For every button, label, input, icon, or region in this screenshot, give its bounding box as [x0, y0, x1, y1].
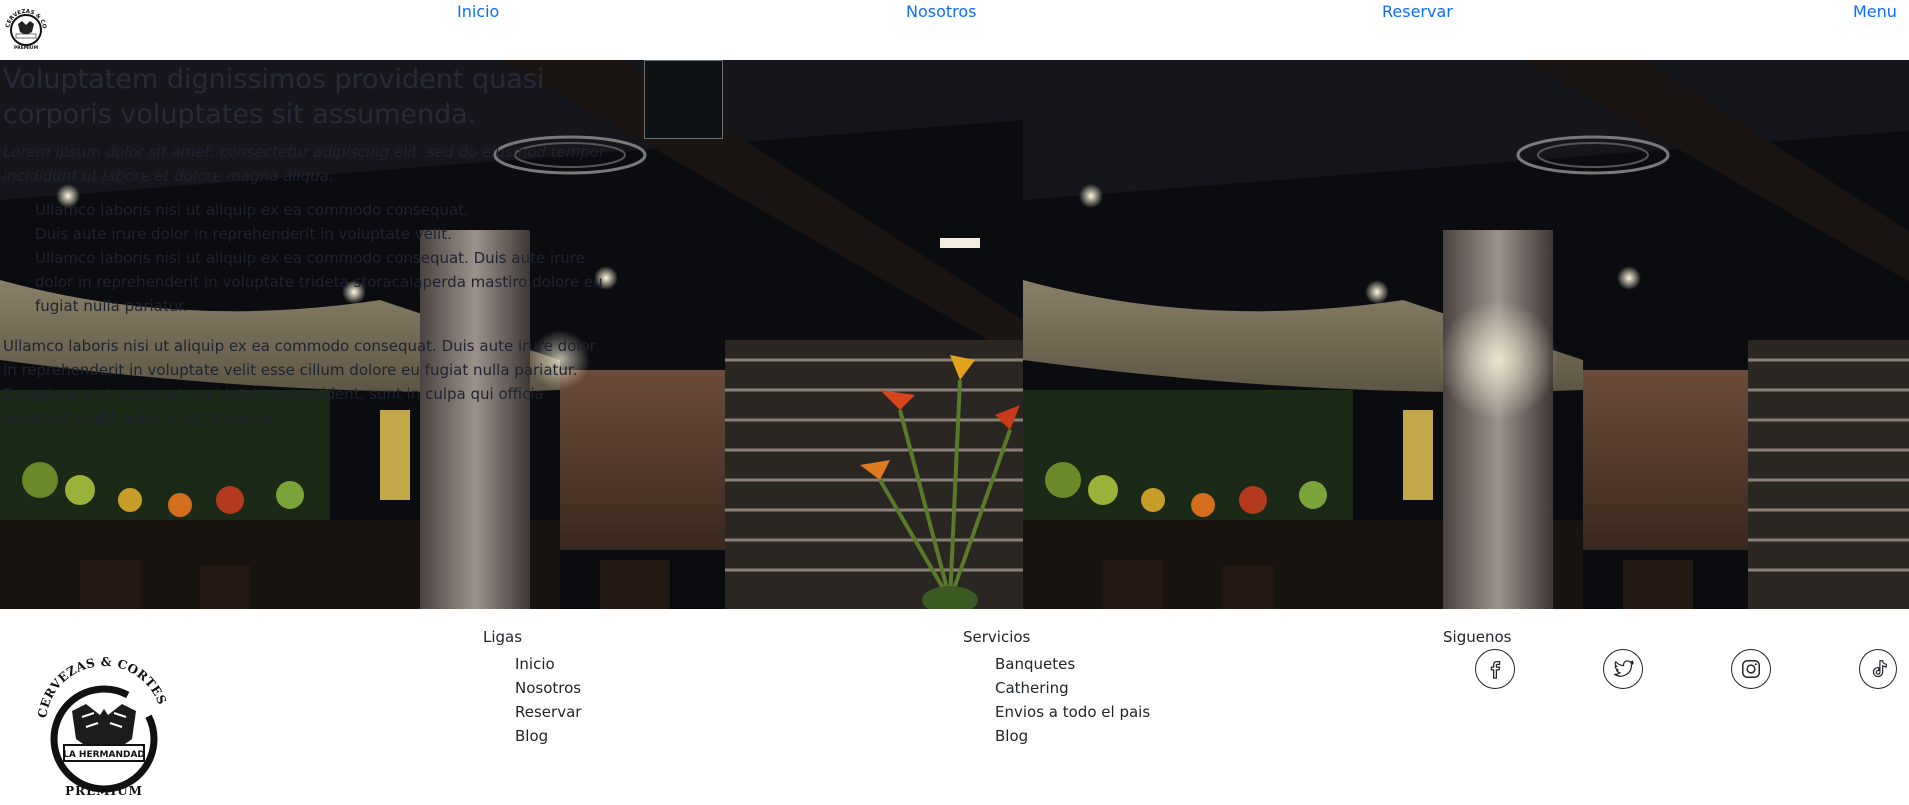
hero-lead: Lorem ipsum dolor sit amet, consectetur … — [3, 143, 606, 185]
list-item: Ullamco laboris nisi ut aliquip ex ea co… — [35, 201, 469, 219]
footer-link-inicio[interactable]: Inicio — [515, 652, 581, 676]
twitter-link[interactable] — [1603, 649, 1643, 689]
footer-link-blog-servicios[interactable]: Blog — [995, 724, 1150, 748]
svg-text:PREMIUM: PREMIUM — [14, 45, 39, 51]
hero-section: Voluptatem dignissimos provident quasi c… — [0, 60, 1909, 609]
svg-text:LA HERMANDAD: LA HERMANDAD — [63, 750, 145, 760]
facebook-icon — [1490, 661, 1501, 679]
servicios-heading: Servicios — [963, 628, 1031, 646]
restaurant-photo-repeat — [1023, 60, 1909, 609]
servicios-list: Banquetes Cathering Envios a todo el pai… — [995, 652, 1150, 748]
ligas-heading: Ligas — [483, 628, 523, 646]
footer-link-nosotros[interactable]: Nosotros — [515, 676, 581, 700]
footer-logo: CERVEZAS & CORTES LA HERMANDAD PREMIUM — [35, 655, 169, 798]
svg-text:PREMIUM: PREMIUM — [65, 784, 143, 798]
footer-link-reservar[interactable]: Reservar — [515, 700, 581, 724]
instagram-icon — [1742, 660, 1760, 678]
site-header: CERVEZAS & CORTES PREMIUM Inicio Nosotro… — [0, 0, 1909, 60]
hero-image-placeholder — [644, 60, 723, 139]
hero-content: Voluptatem dignissimos provident quasi c… — [3, 62, 623, 430]
ligas-list: Inicio Nosotros Reservar Blog — [515, 652, 581, 748]
hero-list: Ullamco laboris nisi ut aliquip ex ea co… — [3, 198, 623, 318]
nav-link-nosotros[interactable]: Nosotros — [906, 2, 977, 21]
facebook-link[interactable] — [1475, 649, 1515, 689]
footer-link-banquetes[interactable]: Banquetes — [995, 652, 1150, 676]
footer-link-blog[interactable]: Blog — [515, 724, 581, 748]
nav-link-reservar[interactable]: Reservar — [1382, 2, 1453, 21]
instagram-link[interactable] — [1731, 649, 1771, 689]
nav-link-menu[interactable]: Menu — [1853, 2, 1897, 21]
nav-link-inicio[interactable]: Inicio — [457, 2, 499, 21]
footer-link-cathering[interactable]: Cathering — [995, 676, 1150, 700]
brand-logo[interactable]: CERVEZAS & CORTES PREMIUM — [2, 2, 50, 52]
tiktok-link[interactable] — [1859, 649, 1897, 689]
hero-paragraph: Ullamco laboris nisi ut aliquip ex ea co… — [3, 337, 596, 427]
list-item: Ullamco laboris nisi ut aliquip ex ea co… — [35, 249, 603, 315]
site-footer: CERVEZAS & CORTES LA HERMANDAD PREMIUM L… — [0, 609, 1909, 805]
hero-title: Voluptatem dignissimos provident quasi c… — [3, 64, 545, 130]
list-item: Duis aute irure dolor in reprehenderit i… — [35, 225, 452, 243]
footer-link-envios[interactable]: Envios a todo el pais — [995, 700, 1150, 724]
twitter-icon — [1613, 660, 1634, 677]
siguenos-heading: Siguenos — [1443, 628, 1512, 646]
tiktok-icon — [1872, 660, 1887, 678]
